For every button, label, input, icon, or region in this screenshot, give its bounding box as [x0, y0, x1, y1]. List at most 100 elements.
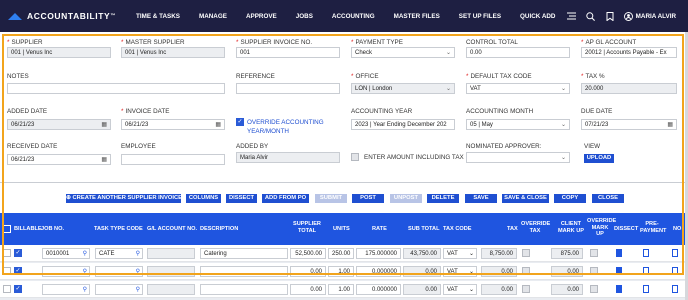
rate-input[interactable]: 175.000000 — [356, 248, 401, 259]
control-total-input[interactable]: 0.00 — [466, 47, 570, 58]
ap-gl-account-input[interactable]: 20012 | Accounts Payable - Ex — [581, 47, 677, 58]
row-select-checkbox[interactable] — [3, 267, 11, 275]
submit-button[interactable]: SUBMIT — [315, 194, 347, 203]
create-another-invoice-button[interactable]: ⊕ CREATE ANOTHER SUPPLIER INVOICE — [66, 194, 182, 203]
gl-account-input[interactable] — [147, 248, 195, 259]
col-tax-code[interactable]: TAX CODE — [443, 226, 472, 233]
nav-quick-add[interactable]: QUICK ADD — [520, 13, 555, 20]
columns-button[interactable]: COLUMNS — [186, 194, 221, 203]
override-tax-checkbox[interactable] — [522, 249, 530, 257]
description-input[interactable] — [200, 284, 288, 295]
save-close-button[interactable]: SAVE & CLOSE — [502, 194, 549, 203]
override-markup-checkbox[interactable] — [590, 267, 598, 275]
tax-code-select[interactable]: VAT ⌄ — [443, 284, 477, 295]
col-no[interactable]: NO — [673, 226, 681, 233]
override-markup-checkbox[interactable] — [590, 249, 598, 257]
override-tax-checkbox[interactable] — [522, 267, 530, 275]
units-input[interactable]: 1.00 — [328, 284, 354, 295]
col-prepayment[interactable]: PRE- PAYMENT — [640, 221, 666, 234]
nav-jobs[interactable]: JOBS — [296, 13, 313, 20]
col-sub-total[interactable]: SUB TOTAL — [408, 226, 440, 233]
copy-button[interactable]: COPY — [554, 194, 586, 203]
gl-account-input[interactable] — [147, 266, 195, 277]
col-client-markup[interactable]: CLIENT MARK UP — [557, 221, 585, 234]
brand-logo[interactable]: ACCOUNTABILITY ™ — [8, 9, 128, 23]
override-accounting-checkbox[interactable]: ✓ — [236, 118, 244, 126]
added-date-input[interactable]: 06/21/23 ▦ — [7, 119, 111, 130]
col-override-markup[interactable]: OVERRIDE MARK UP — [587, 218, 616, 238]
col-job-no[interactable]: JOB NO. — [41, 226, 64, 233]
dissect-icon[interactable] — [616, 267, 622, 275]
task-type-input[interactable]: ⚲ — [95, 266, 143, 277]
col-rate[interactable]: RATE — [372, 226, 387, 233]
search-icon[interactable]: ⚲ — [136, 249, 140, 258]
description-input[interactable] — [200, 266, 288, 277]
nav-accounting[interactable]: ACCOUNTING — [332, 13, 375, 20]
col-supplier-total[interactable]: SUPPLIER TOTAL — [292, 221, 322, 234]
units-input[interactable]: 250.00 — [328, 248, 354, 259]
task-type-input[interactable]: CATE ⚲ — [95, 248, 143, 259]
nominated-approver-select[interactable]: ⌄ — [466, 152, 570, 163]
override-markup-checkbox[interactable] — [590, 285, 598, 293]
billable-checkbox[interactable]: ✓ — [14, 267, 22, 275]
col-units[interactable]: UNITS — [333, 226, 350, 233]
col-dissect[interactable]: DISSECT — [614, 226, 638, 233]
search-icon[interactable]: ⚲ — [83, 249, 87, 258]
dissect-icon[interactable] — [616, 249, 622, 257]
gl-account-input[interactable] — [147, 284, 195, 295]
user-menu[interactable]: MARIA ALVIR — [623, 11, 676, 21]
units-input[interactable]: 1.00 — [328, 266, 354, 277]
supplier-total-input[interactable]: 0.00 — [290, 284, 326, 295]
supplier-total-input[interactable]: 52,500.00 — [290, 248, 326, 259]
dissect-icon[interactable] — [616, 285, 622, 293]
calendar-icon[interactable]: ▦ — [215, 120, 221, 129]
search-icon[interactable]: ⚲ — [136, 267, 140, 276]
tax-code-select[interactable]: VAT ⌄ — [443, 248, 477, 259]
prepayment-icon[interactable] — [643, 285, 649, 293]
close-button[interactable]: CLOSE — [592, 194, 624, 203]
search-icon[interactable]: ⚲ — [83, 267, 87, 276]
notes-icon[interactable] — [672, 267, 678, 275]
search-icon[interactable] — [586, 11, 596, 21]
delete-button[interactable]: DELETE — [427, 194, 459, 203]
added-by-input[interactable]: Maria Alvir — [236, 152, 340, 163]
billable-checkbox[interactable]: ✓ — [14, 249, 22, 257]
nav-manage[interactable]: MANAGE — [199, 13, 227, 20]
notes-icon[interactable] — [672, 249, 678, 257]
col-billable[interactable]: BILLABLE — [14, 226, 42, 233]
col-tax[interactable]: TAX — [507, 226, 518, 233]
search-icon[interactable]: ⚲ — [136, 285, 140, 294]
save-button[interactable]: SAVE — [465, 194, 497, 203]
nav-time-tasks[interactable]: TIME & TASKS — [136, 13, 180, 20]
notes-icon[interactable] — [672, 285, 678, 293]
upload-button[interactable]: UPLOAD — [584, 154, 614, 163]
bookmark-icon[interactable] — [605, 11, 615, 21]
enter-incl-tax-checkbox[interactable] — [351, 153, 359, 161]
select-all-checkbox[interactable] — [3, 225, 11, 233]
nav-approve[interactable]: APPROVE — [246, 13, 277, 20]
col-description[interactable]: DESCRIPTION — [200, 226, 238, 233]
row-select-checkbox[interactable] — [3, 285, 11, 293]
tax-pct-input[interactable]: 20.000 — [581, 83, 677, 94]
col-gl-account[interactable]: G/L ACCOUNT NO. — [147, 226, 197, 233]
supplier-invoice-input[interactable]: 001 — [236, 47, 340, 58]
override-tax-checkbox[interactable] — [522, 285, 530, 293]
master-supplier-input[interactable]: 001 | Venus Inc — [121, 47, 225, 58]
received-date-input[interactable]: 06/21/23 ▦ — [7, 154, 111, 165]
task-type-input[interactable]: ⚲ — [95, 284, 143, 295]
row-select-checkbox[interactable] — [3, 249, 11, 257]
post-button[interactable]: POST — [352, 194, 384, 203]
rate-input[interactable]: 0.000000 — [356, 284, 401, 295]
payment-type-select[interactable]: Check ⌄ — [351, 47, 455, 58]
col-task-type[interactable]: TASK TYPE CODE — [94, 226, 143, 233]
accounting-year-select[interactable]: 2023 | Year Ending December 202 — [351, 119, 455, 130]
dissect-button[interactable]: DISSECT — [226, 194, 257, 203]
description-input[interactable]: Catering — [200, 248, 288, 259]
unpost-button[interactable]: UNPOST — [390, 194, 422, 203]
nav-master-files[interactable]: MASTER FILES — [394, 13, 440, 20]
calendar-icon[interactable]: ▦ — [101, 155, 107, 164]
default-tax-code-select[interactable]: VAT ⌄ — [466, 83, 570, 94]
tax-code-select[interactable]: VAT ⌄ — [443, 266, 477, 277]
job-no-input[interactable]: 0010001 ⚲ — [42, 248, 90, 259]
search-icon[interactable]: ⚲ — [83, 285, 87, 294]
